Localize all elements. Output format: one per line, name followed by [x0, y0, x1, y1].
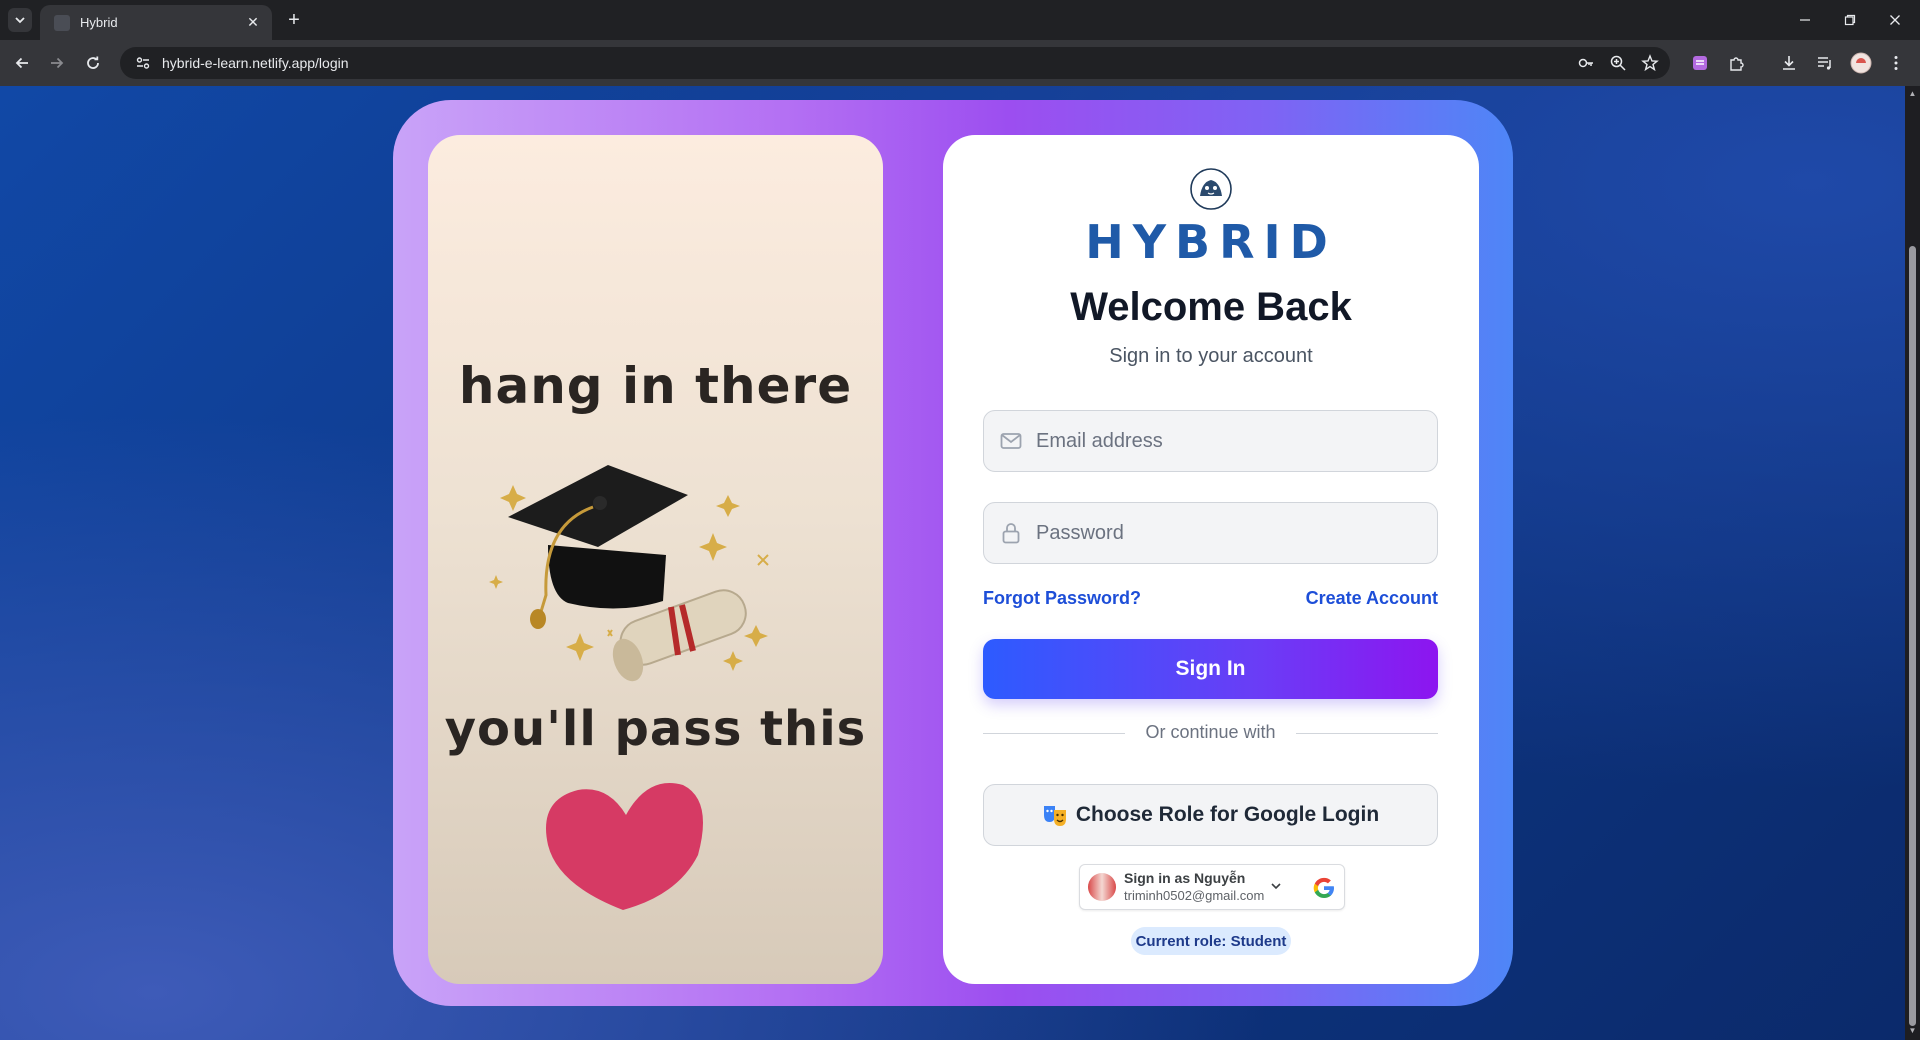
login-panel: HYBRID Welcome Back Sign in to your acco…: [943, 135, 1479, 984]
close-window-button[interactable]: [1881, 6, 1909, 34]
hybrid-logo-icon: [1190, 168, 1232, 210]
tab-close-button[interactable]: ✕: [244, 14, 262, 32]
key-icon[interactable]: [1575, 52, 1597, 74]
scroll-down-icon[interactable]: ▼: [1908, 1026, 1917, 1035]
address-bar[interactable]: hybrid-e-learn.netlify.app/login: [120, 47, 1670, 79]
download-icon[interactable]: [1778, 52, 1800, 74]
page-subtitle: Sign in to your account: [1109, 345, 1313, 367]
restore-button[interactable]: [1836, 6, 1864, 34]
google-role-label: Choose Role for Google Login: [1075, 803, 1380, 826]
tab-title: Hybrid: [80, 15, 118, 30]
create-account-link[interactable]: Create Account: [1306, 588, 1438, 609]
heart-icon: [546, 783, 703, 910]
email-input[interactable]: [1036, 429, 1416, 453]
kebab-menu-icon[interactable]: [1885, 52, 1907, 74]
star-icon[interactable]: [1639, 52, 1661, 74]
divider-line-right: [1296, 733, 1438, 734]
page-scrollbar[interactable]: ▲ ▼: [1905, 86, 1920, 1040]
login-card: hang in there you'll pass this HYBRID We…: [393, 100, 1513, 1006]
url-text: hybrid-e-learn.netlify.app/login: [162, 55, 349, 71]
login-page: hang in there you'll pass this HYBRID We…: [0, 86, 1905, 1040]
favicon-icon: [54, 14, 70, 31]
media-icon[interactable]: [1814, 52, 1836, 74]
google-logo-icon: [1313, 877, 1334, 898]
profile-icon[interactable]: [1850, 52, 1872, 74]
lock-icon: [998, 520, 1024, 546]
email-field[interactable]: [983, 410, 1438, 472]
browser-tab[interactable]: Hybrid ✕: [40, 5, 272, 40]
scroll-thumb[interactable]: [1909, 246, 1916, 1026]
current-role-badge: Current role: Student: [1131, 927, 1291, 955]
forward-button[interactable]: [44, 50, 70, 76]
arrow-right-icon: [51, 57, 64, 69]
divider: Or continue with: [983, 722, 1438, 744]
password-input[interactable]: [1036, 521, 1416, 545]
brand-wordmark: HYBRID: [1085, 215, 1337, 269]
chevron-down-icon[interactable]: [1270, 880, 1282, 895]
motto-top: hang in there: [458, 357, 853, 415]
reload-button[interactable]: [80, 50, 106, 76]
google-account-name: Sign in as Nguyễn: [1124, 870, 1246, 886]
minimize-icon: [1800, 19, 1810, 21]
tab-bar: Hybrid ✕ +: [0, 0, 1920, 40]
back-button[interactable]: [9, 50, 35, 76]
mail-icon: [998, 428, 1024, 454]
scroll-up-icon[interactable]: ▲: [1908, 89, 1917, 98]
google-account-email: triminh0502@gmail.com: [1124, 888, 1265, 903]
motto-bottom: you'll pass this: [444, 701, 867, 757]
page-title: Welcome Back: [1070, 285, 1352, 329]
sign-in-button[interactable]: Sign In: [983, 639, 1438, 699]
arrow-left-icon: [15, 57, 28, 69]
tab-search-button[interactable]: [8, 8, 32, 32]
chevron-down-icon: [15, 17, 25, 24]
theater-masks-icon: [1043, 806, 1066, 826]
minimize-button[interactable]: [1791, 6, 1819, 34]
illustration-panel: hang in there you'll pass this: [428, 135, 883, 984]
graduation-cap-illustration: [489, 465, 769, 682]
site-info-icon[interactable]: [134, 54, 152, 72]
new-tab-button[interactable]: +: [282, 8, 306, 32]
restore-icon: [1844, 14, 1856, 26]
zoom-icon[interactable]: [1607, 52, 1629, 74]
google-role-button[interactable]: Choose Role for Google Login: [983, 784, 1438, 846]
reload-icon: [87, 56, 99, 69]
avatar: [1088, 873, 1116, 901]
close-icon: [1890, 15, 1900, 25]
password-field[interactable]: [983, 502, 1438, 564]
google-one-tap-button[interactable]: Sign in as Nguyễn triminh0502@gmail.com: [1079, 864, 1345, 910]
puzzle-icon[interactable]: [1726, 52, 1748, 74]
extension-purple-icon[interactable]: [1689, 52, 1711, 74]
google-account-info: Sign in as Nguyễn triminh0502@gmail.com: [1124, 870, 1264, 904]
forgot-password-link[interactable]: Forgot Password?: [983, 588, 1141, 609]
